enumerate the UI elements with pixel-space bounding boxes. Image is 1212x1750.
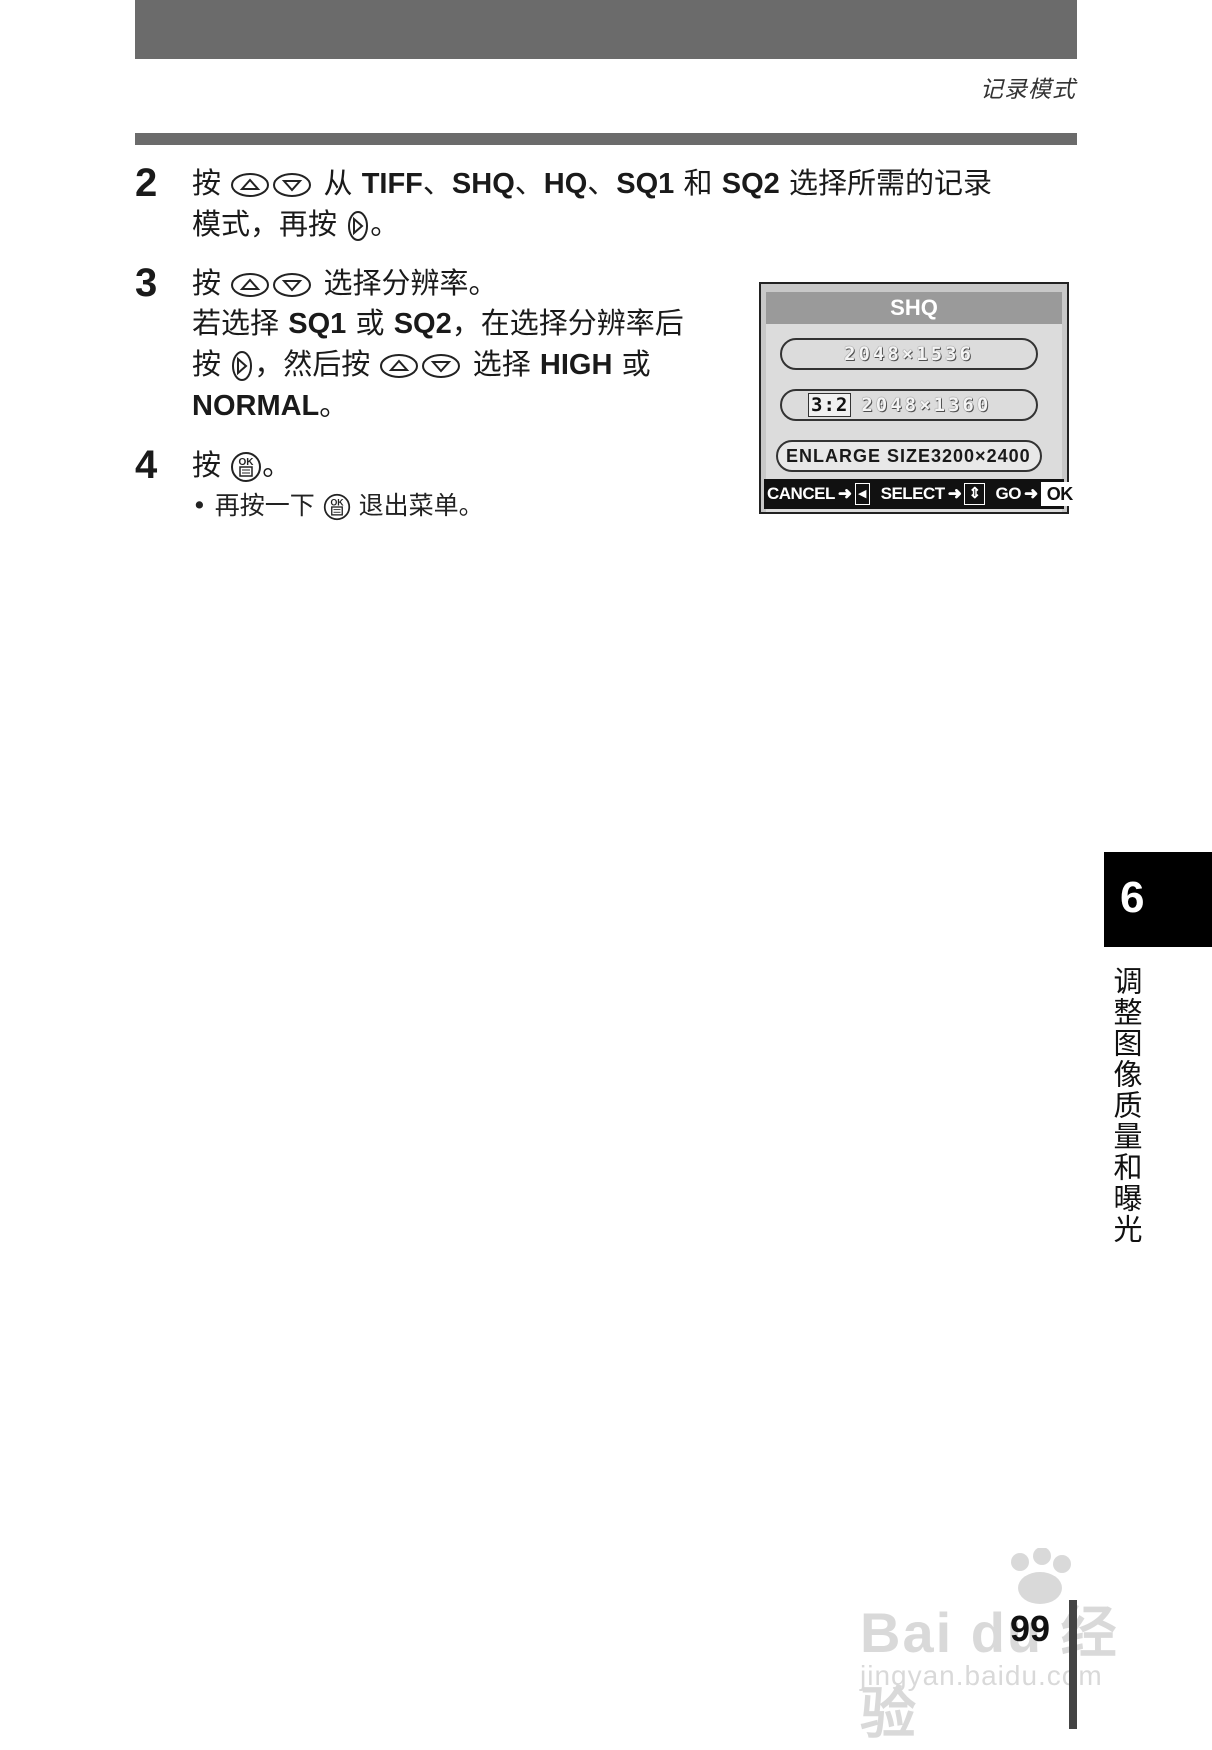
arrow-up-down-buttons-icon [230, 171, 314, 199]
arrow-updown-small-icon: ⇕ [964, 483, 985, 505]
mode-sq1: SQ1 [616, 168, 675, 200]
ok-menu-button-icon: OK [323, 493, 351, 521]
header-rule [135, 133, 1077, 145]
text: 若选择 [192, 306, 280, 340]
baidu-watermark: Bai du 经验 jingyan.baidu.com [860, 1548, 1140, 1745]
ok-menu-button-icon: OK [230, 451, 262, 483]
lcd-option-enlarge-size: ENLARGE SIZE3200×2400 [776, 440, 1042, 472]
ratio-tag: 3:2 [808, 393, 852, 417]
lcd-cancel-label: CANCEL [767, 484, 835, 503]
mode-sq2: SQ2 [721, 168, 780, 200]
header-band [135, 0, 1077, 59]
text: 按 [192, 448, 222, 482]
lcd-footer: CANCEL ➜ ◂ SELECT ➜ ⇕ GO ➜ OK [764, 479, 1079, 509]
step-note: • 再按一下 OK 退出菜单。 [192, 489, 732, 523]
arrow-up-down-buttons-icon [379, 352, 463, 380]
page-number: 99 [1010, 1608, 1051, 1649]
step-number: 4 [135, 443, 158, 487]
page-bar [1069, 1600, 1077, 1729]
svg-text:OK: OK [330, 497, 344, 507]
lcd-option-label: 2048×1360 [861, 394, 992, 416]
arrow-right-button-icon [346, 210, 370, 242]
arrow-right-button-icon [230, 350, 254, 382]
text: 和 [683, 166, 713, 200]
arrow-right-small-icon: ➜ [947, 484, 962, 503]
text: ，在选择分辨率后 [451, 306, 684, 340]
lcd-select-label: SELECT [880, 484, 946, 503]
mode-sq2: SQ2 [393, 308, 452, 340]
lcd-go-label: GO [995, 484, 1022, 503]
text: 选择所需的记录 [789, 166, 993, 200]
triangle-left-icon: ◂ [854, 483, 870, 505]
chapter-tab: 6 [1104, 852, 1212, 947]
arrow-right-small-icon: ➜ [1023, 484, 1038, 503]
mode-shq: SHQ [451, 168, 515, 200]
chapter-title: 调整图像质量和曝光 [1109, 966, 1143, 1245]
arrow-right-small-icon: ➜ [837, 484, 852, 503]
text: 或 [621, 347, 651, 381]
step-number: 2 [135, 161, 158, 205]
text: 按 [192, 347, 222, 381]
text: 选择分辨率。 [323, 266, 498, 300]
camera-lcd-menu: SHQ 2048×1536 3:2 2048×1360 ENLARGE SIZE3… [759, 282, 1079, 514]
text: • 再按一下 [192, 491, 315, 520]
mode-tiff: TIFF [361, 168, 423, 200]
step-number: 3 [135, 261, 158, 305]
option-normal: NORMAL [192, 390, 320, 422]
text: ，然后按 [254, 347, 371, 381]
text: 按 [192, 266, 222, 300]
text: 。 [370, 207, 400, 241]
mode-hq: HQ [543, 168, 588, 200]
lcd-ok-key: OK [1040, 482, 1079, 506]
text: 。 [262, 448, 292, 482]
lcd-option-2048x1360: 3:2 2048×1360 [780, 389, 1038, 421]
text: 、 [587, 166, 617, 200]
chapter-number: 6 [1120, 873, 1145, 922]
step-text: 按 OK 。 • 再按一下 OK 退出菜单。 [192, 445, 732, 523]
text: 模式，再按 [192, 207, 338, 241]
arrow-up-down-buttons-icon [230, 271, 314, 299]
lcd-title: SHQ [766, 292, 1062, 324]
text: 、 [514, 166, 544, 200]
mode-sq1: SQ1 [288, 308, 347, 340]
step-text: 按 从 TIFF、SHQ、HQ、SQ1 和 SQ2 选择所需的记录 模式，再按 … [192, 163, 1032, 244]
text: 从 [323, 166, 353, 200]
text: 、 [422, 166, 452, 200]
watermark-url: jingyan.baidu.com [860, 1660, 1103, 1691]
option-high: HIGH [539, 349, 613, 381]
text: 按 [192, 166, 222, 200]
text: 退出菜单。 [358, 491, 484, 520]
step-text: 按 选择分辨率。 若选择 SQ1 或 SQ2，在选择分辨率后 按 ，然后按 选择… [192, 263, 732, 426]
text: 或 [355, 306, 385, 340]
section-title: 记录模式 [980, 77, 1076, 103]
text: 。 [319, 388, 349, 422]
lcd-option-2048x1536: 2048×1536 [780, 338, 1038, 370]
text: 选择 [472, 347, 531, 381]
